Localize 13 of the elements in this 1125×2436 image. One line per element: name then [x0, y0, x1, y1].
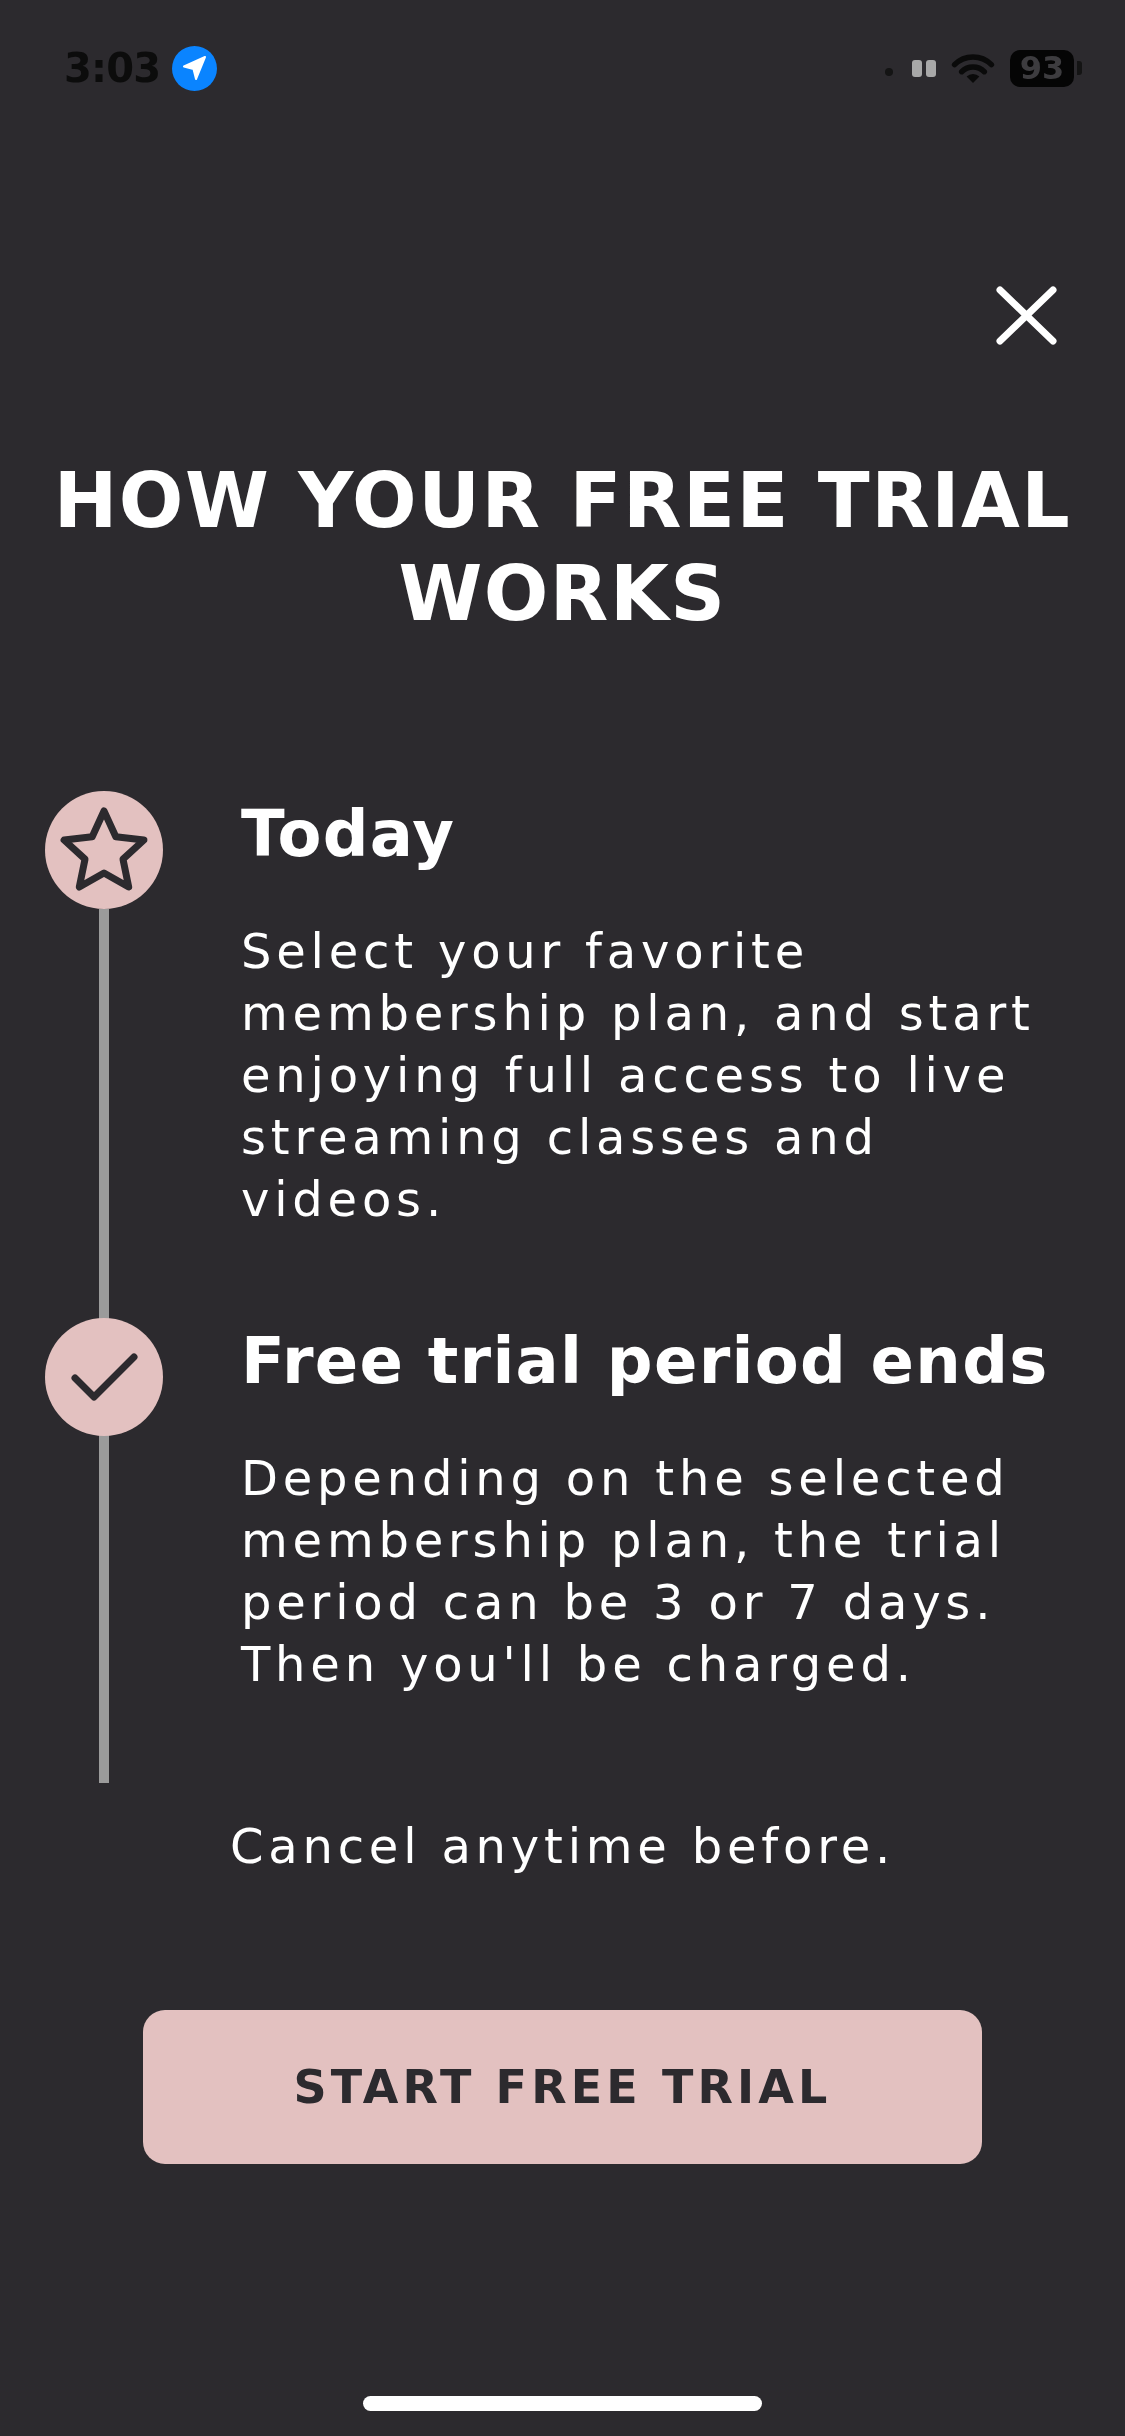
battery-percentage: 93: [1019, 52, 1065, 84]
cancel-note: Cancel anytime before.: [228, 1817, 897, 1876]
start-trial-button[interactable]: START FREE TRIAL: [143, 2010, 982, 2164]
signal-icon: [882, 58, 936, 78]
step-title: Free trial period ends: [241, 1323, 1050, 1400]
step-description: Select your favorite membership plan, and start enjoying full access to live streaming classes and videos.: [241, 922, 1036, 1229]
page-title: HOW YOUR FREE TRIAL WORKS: [52, 455, 1073, 640]
checkmark-icon: [45, 1318, 163, 1436]
step-description: Depending on the selected membership plan, the trial period can be 3 or 7 days. Then you'll be charged.: [241, 1449, 1011, 1694]
close-icon: [996, 286, 1057, 345]
battery-tip-icon: [1077, 61, 1082, 75]
wifi-icon: [950, 51, 996, 85]
step-title: Today: [241, 796, 457, 873]
